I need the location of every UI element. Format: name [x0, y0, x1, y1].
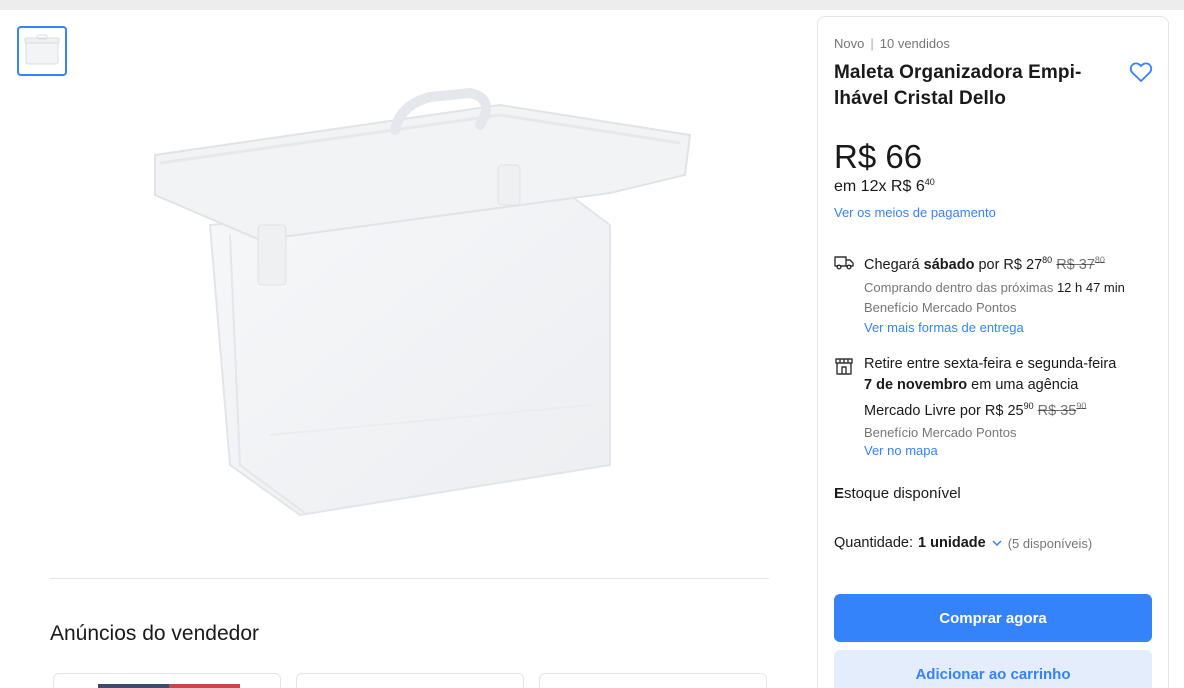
- add-to-cart-button[interactable]: Adicionar ao carrinho: [834, 650, 1152, 688]
- more-shipping-link[interactable]: Ver mais formas de entrega: [864, 320, 1154, 335]
- quantity-available: (5 disponíveis): [1007, 535, 1093, 551]
- chevron-down-icon[interactable]: [992, 539, 1002, 547]
- pickup-prefix: Retire: [864, 356, 907, 372]
- pickup-line-3: Mercado Livre por R$ 2590 R$ 3590: [864, 396, 1154, 422]
- pickup-old-cents: 90: [1076, 401, 1087, 411]
- shipping-benefit: Benefício Mercado Pontos: [864, 300, 1017, 315]
- installments-text: em 12x R$ 6: [834, 178, 925, 195]
- installments-cents: 40: [924, 177, 935, 187]
- quantity-selector[interactable]: Quantidade: 1 unidade (5 disponíveis): [834, 535, 1092, 551]
- shipping-day: sábado: [923, 257, 975, 273]
- separator: |: [870, 36, 874, 51]
- product-title: Maleta Organizadora Empi- lhável Cristal…: [834, 60, 1114, 112]
- buy-box: Novo | 10 vendidos Maleta Organizadora Emp…: [817, 16, 1169, 688]
- buy-within-text: Comprando dentro das próximas: [864, 280, 1057, 295]
- pickup-old-price: R$ 3590: [1037, 401, 1087, 419]
- pickup-old-amount: R$ 35: [1037, 403, 1077, 419]
- seller-ad-image: [98, 684, 240, 688]
- shipping-line: Chegará sábado por R$ 2780 R$ 3780: [864, 250, 1154, 276]
- installments: em 12x R$ 640: [834, 177, 935, 196]
- seller-ad-card[interactable]: [539, 673, 767, 688]
- seller-ads-title: Anúncios do vendedor: [50, 622, 259, 645]
- seller-ad-card[interactable]: [296, 673, 524, 688]
- pickup-dates: entre sexta-feira e segunda-feira: [906, 356, 1117, 372]
- seller-ad-card[interactable]: [53, 673, 281, 688]
- condition-label: Novo: [834, 36, 865, 51]
- stock-text: stoque disponível: [844, 485, 961, 502]
- product-main-image[interactable]: [140, 85, 700, 525]
- buy-now-button[interactable]: Comprar agora: [834, 594, 1152, 642]
- price: R$ 66: [834, 138, 923, 175]
- shipping-info: Chegará sábado por R$ 2780 R$ 3780 Compr…: [864, 250, 1154, 335]
- shipping-cents: 80: [1042, 255, 1053, 265]
- quantity-label: Quantidade:: [834, 535, 914, 551]
- buy-within-time: 12 h 47 min: [1056, 280, 1125, 295]
- shipping-prefix: Chegará: [864, 257, 924, 273]
- pickup-info: Retire entre sexta-feira e segunda-feira…: [864, 354, 1154, 458]
- pickup-cents: 90: [1023, 401, 1034, 411]
- shipping-old-cents: 80: [1094, 255, 1105, 265]
- pickup-line-2: 7 de novembro em uma agência: [864, 375, 1154, 396]
- buy-within: Comprando dentro das próximas 12 h 47 mi…: [864, 278, 1154, 298]
- product-thumbnail[interactable]: [17, 26, 67, 76]
- truck-icon: [834, 256, 854, 270]
- stock-first-letter: E: [834, 485, 845, 502]
- pickup-price: Mercado Livre por R$ 25: [864, 403, 1024, 419]
- pickup-line-1: Retire entre sexta-feira e segunda-feira: [864, 354, 1154, 375]
- pickup-date: 7 de novembro: [864, 377, 968, 393]
- sold-count: 10 vendidos: [879, 36, 950, 51]
- pickup-benefit: Benefício Mercado Pontos: [864, 425, 1017, 440]
- product-subtitle: Novo | 10 vendidos: [834, 36, 950, 51]
- shipping-price: por R$ 27: [974, 257, 1043, 273]
- heart-icon[interactable]: [1129, 61, 1153, 83]
- title-line-1: Maleta Organizadora Empi-: [834, 62, 1082, 83]
- pickup-suffix: em uma agência: [967, 377, 1079, 393]
- product-thumbnail-icon: [24, 34, 60, 65]
- quantity-value[interactable]: 1 unidade: [918, 535, 986, 551]
- title-line-2: lhável Cristal Dello: [834, 88, 1007, 109]
- stock-status: Estoque disponível: [834, 485, 961, 502]
- map-link[interactable]: Ver no mapa: [864, 443, 1154, 458]
- payment-methods-link[interactable]: Ver os meios de pagamento: [834, 205, 996, 220]
- store-icon: [835, 358, 853, 375]
- divider: [50, 578, 769, 579]
- shipping-old-price: R$ 3780: [1056, 255, 1105, 273]
- shipping-old-amount: R$ 37: [1056, 257, 1095, 273]
